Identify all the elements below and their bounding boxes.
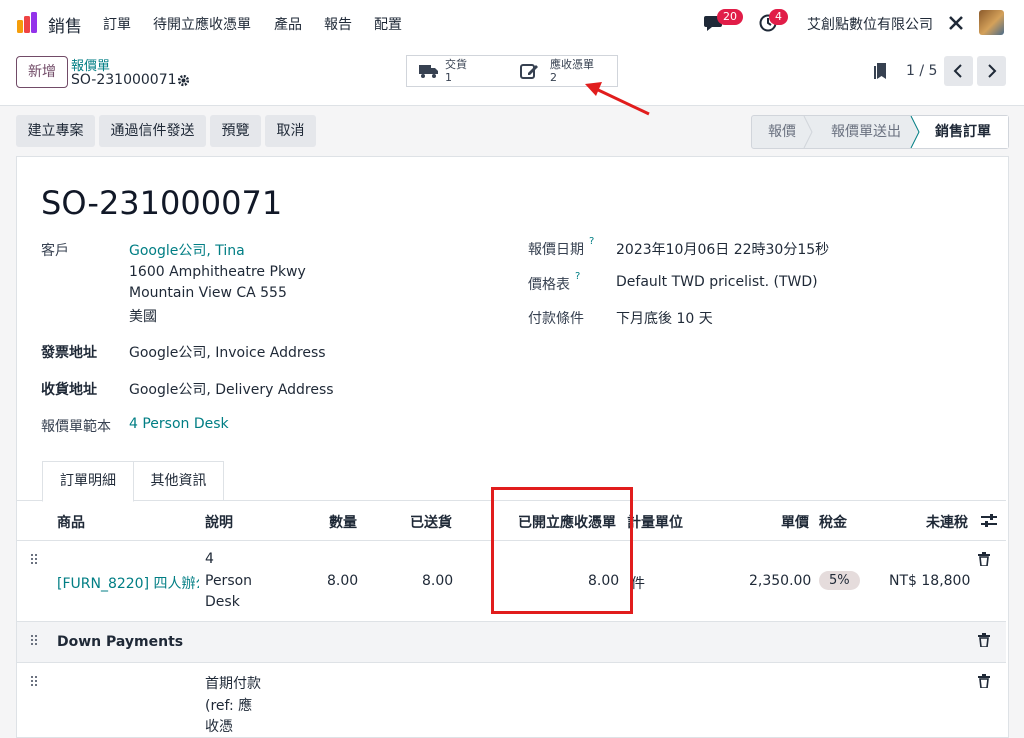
- pricelist-label: 價格表: [528, 277, 570, 293]
- section-divider: [17, 662, 1006, 663]
- tab-order-lines[interactable]: 訂單明細: [42, 461, 134, 502]
- pricelist-field[interactable]: Default TWD pricelist. (TWD): [616, 274, 818, 290]
- row2-drag-handle[interactable]: [31, 676, 39, 688]
- quotation-date-field[interactable]: 2023年10月06日 22時30分15秒: [616, 239, 829, 259]
- section-trash-icon[interactable]: [978, 633, 990, 647]
- invoice-address-label: 發票地址: [41, 345, 97, 361]
- col-product[interactable]: 商品: [57, 512, 85, 532]
- row1-tax-badge[interactable]: 5%: [819, 571, 860, 590]
- optional-columns-icon[interactable]: [981, 514, 997, 528]
- truck-icon: [419, 65, 438, 78]
- col-subtotal[interactable]: 未連稅: [926, 512, 968, 532]
- address-line-1: 1600 Amphitheatre Pkwy: [129, 264, 306, 280]
- section-drag-handle[interactable]: [31, 635, 39, 647]
- customer-field[interactable]: Google公司, Tina: [129, 240, 245, 260]
- col-unit-price[interactable]: 單價: [781, 512, 809, 532]
- menu-orders[interactable]: 訂單: [103, 14, 131, 34]
- sales-app-icon[interactable]: [16, 12, 38, 34]
- row1-desc-1: 4: [205, 551, 214, 567]
- quotation-date-help-icon[interactable]: ?: [589, 236, 594, 247]
- status-quotation-sent[interactable]: 報價單送出: [814, 116, 918, 148]
- address-line-2: Mountain View CA 555: [129, 285, 287, 301]
- menu-products[interactable]: 產品: [274, 14, 302, 34]
- row1-subtotal: NT$ 18,800: [889, 573, 971, 589]
- pager-previous-button[interactable]: [944, 56, 973, 86]
- quotation-date-label: 報價日期: [528, 242, 584, 258]
- user-avatar[interactable]: [979, 10, 1004, 35]
- row1-quantity[interactable]: 8.00: [327, 573, 358, 589]
- payment-terms-field[interactable]: 下月底後 10 天: [616, 308, 713, 328]
- top-navbar: 銷售 訂單 待開立應收憑單 產品 報告 配置 20 4 艾創點數位有限公司: [0, 0, 1024, 46]
- cancel-button[interactable]: 取消: [265, 115, 316, 147]
- quotation-template-label: 報價單範本: [41, 419, 111, 435]
- chevron-right-icon: [988, 64, 997, 78]
- preview-button[interactable]: 預覽: [210, 115, 261, 147]
- pricelist-help-icon[interactable]: ?: [575, 271, 580, 282]
- row1-trash-icon[interactable]: [978, 552, 990, 566]
- row1-product[interactable]: [FURN_8220] 四人辦公: [57, 573, 199, 593]
- bookmark-icon[interactable]: [874, 63, 888, 81]
- col-taxes[interactable]: 稅金: [819, 512, 847, 532]
- annotation-highlight-box: [491, 487, 633, 614]
- pager-next-button[interactable]: [977, 56, 1006, 86]
- menu-to-invoice[interactable]: 待開立應收憑單: [153, 14, 251, 34]
- col-quantity[interactable]: 數量: [329, 512, 357, 532]
- invoices-label: 應收憑單: [550, 58, 594, 71]
- delivery-address-field[interactable]: Google公司, Delivery Address: [129, 379, 334, 399]
- create-project-button[interactable]: 建立專案: [16, 115, 95, 147]
- row2-desc-2: (ref: 應: [205, 698, 253, 714]
- new-button[interactable]: 新增: [16, 56, 68, 88]
- section-title[interactable]: Down Payments: [57, 634, 183, 650]
- quotation-template-field[interactable]: 4 Person Desk: [129, 416, 229, 432]
- messages-badge: 20: [717, 9, 743, 25]
- menu-configuration[interactable]: 配置: [374, 14, 402, 34]
- col-delivered[interactable]: 已送貨: [410, 512, 452, 532]
- delivery-address-label: 收貨地址: [41, 382, 97, 398]
- row1-drag-handle[interactable]: [31, 554, 39, 566]
- payment-terms-label: 付款條件: [528, 311, 584, 327]
- debug-tools-icon[interactable]: [948, 15, 964, 31]
- col-description[interactable]: 說明: [205, 512, 233, 532]
- row1-unit-price[interactable]: 2,350.00: [749, 573, 811, 589]
- delivery-label: 交貨: [445, 58, 467, 71]
- status-bar: 報價 報價單送出 銷售訂單: [751, 115, 1009, 149]
- col-uom[interactable]: 計量單位: [627, 512, 683, 532]
- control-panel: 新增 報價單 SO-231000071 交貨 1 應收憑單 2 1 / 5: [0, 46, 1024, 106]
- activities-badge: 4: [769, 9, 788, 25]
- delivery-count: 1: [445, 71, 452, 84]
- status-sales-order[interactable]: 銷售訂單: [920, 116, 1006, 148]
- record-title: SO-231000071: [41, 184, 283, 222]
- row2-trash-icon[interactable]: [978, 674, 990, 688]
- customer-label: 客戶: [41, 243, 69, 259]
- invoice-address-field[interactable]: Google公司, Invoice Address: [129, 342, 326, 362]
- tab-other-info[interactable]: 其他資訊: [133, 461, 224, 501]
- company-switcher[interactable]: 艾創點數位有限公司: [807, 14, 933, 34]
- row1-delivered[interactable]: 8.00: [422, 573, 453, 589]
- row1-product-text[interactable]: [FURN_8220] 四人辦公: [57, 576, 199, 592]
- row1-uom[interactable]: 件: [631, 573, 645, 593]
- row2-desc-3: 收憑: [205, 719, 233, 735]
- send-by-email-button[interactable]: 通過信件發送: [99, 115, 206, 147]
- row1-desc-3: Desk: [205, 594, 240, 610]
- edit-icon: [520, 64, 538, 79]
- smart-button-delivery[interactable]: 交貨 1: [406, 55, 514, 87]
- chevron-left-icon: [953, 64, 962, 78]
- pager-value[interactable]: 1 / 5: [906, 63, 937, 79]
- status-quotation[interactable]: 報價: [752, 116, 812, 148]
- app-name[interactable]: 銷售: [48, 12, 82, 37]
- delivery-label-block: 交貨 1: [445, 58, 467, 84]
- breadcrumb-current: SO-231000071: [71, 72, 177, 88]
- annotation-arrow: [585, 82, 650, 116]
- row2-desc-1: 首期付款: [205, 676, 261, 692]
- gear-icon[interactable]: [177, 74, 190, 87]
- address-line-3: 美國: [129, 309, 157, 325]
- row1-desc-2: Person: [205, 573, 253, 589]
- menu-reporting[interactable]: 報告: [324, 14, 352, 34]
